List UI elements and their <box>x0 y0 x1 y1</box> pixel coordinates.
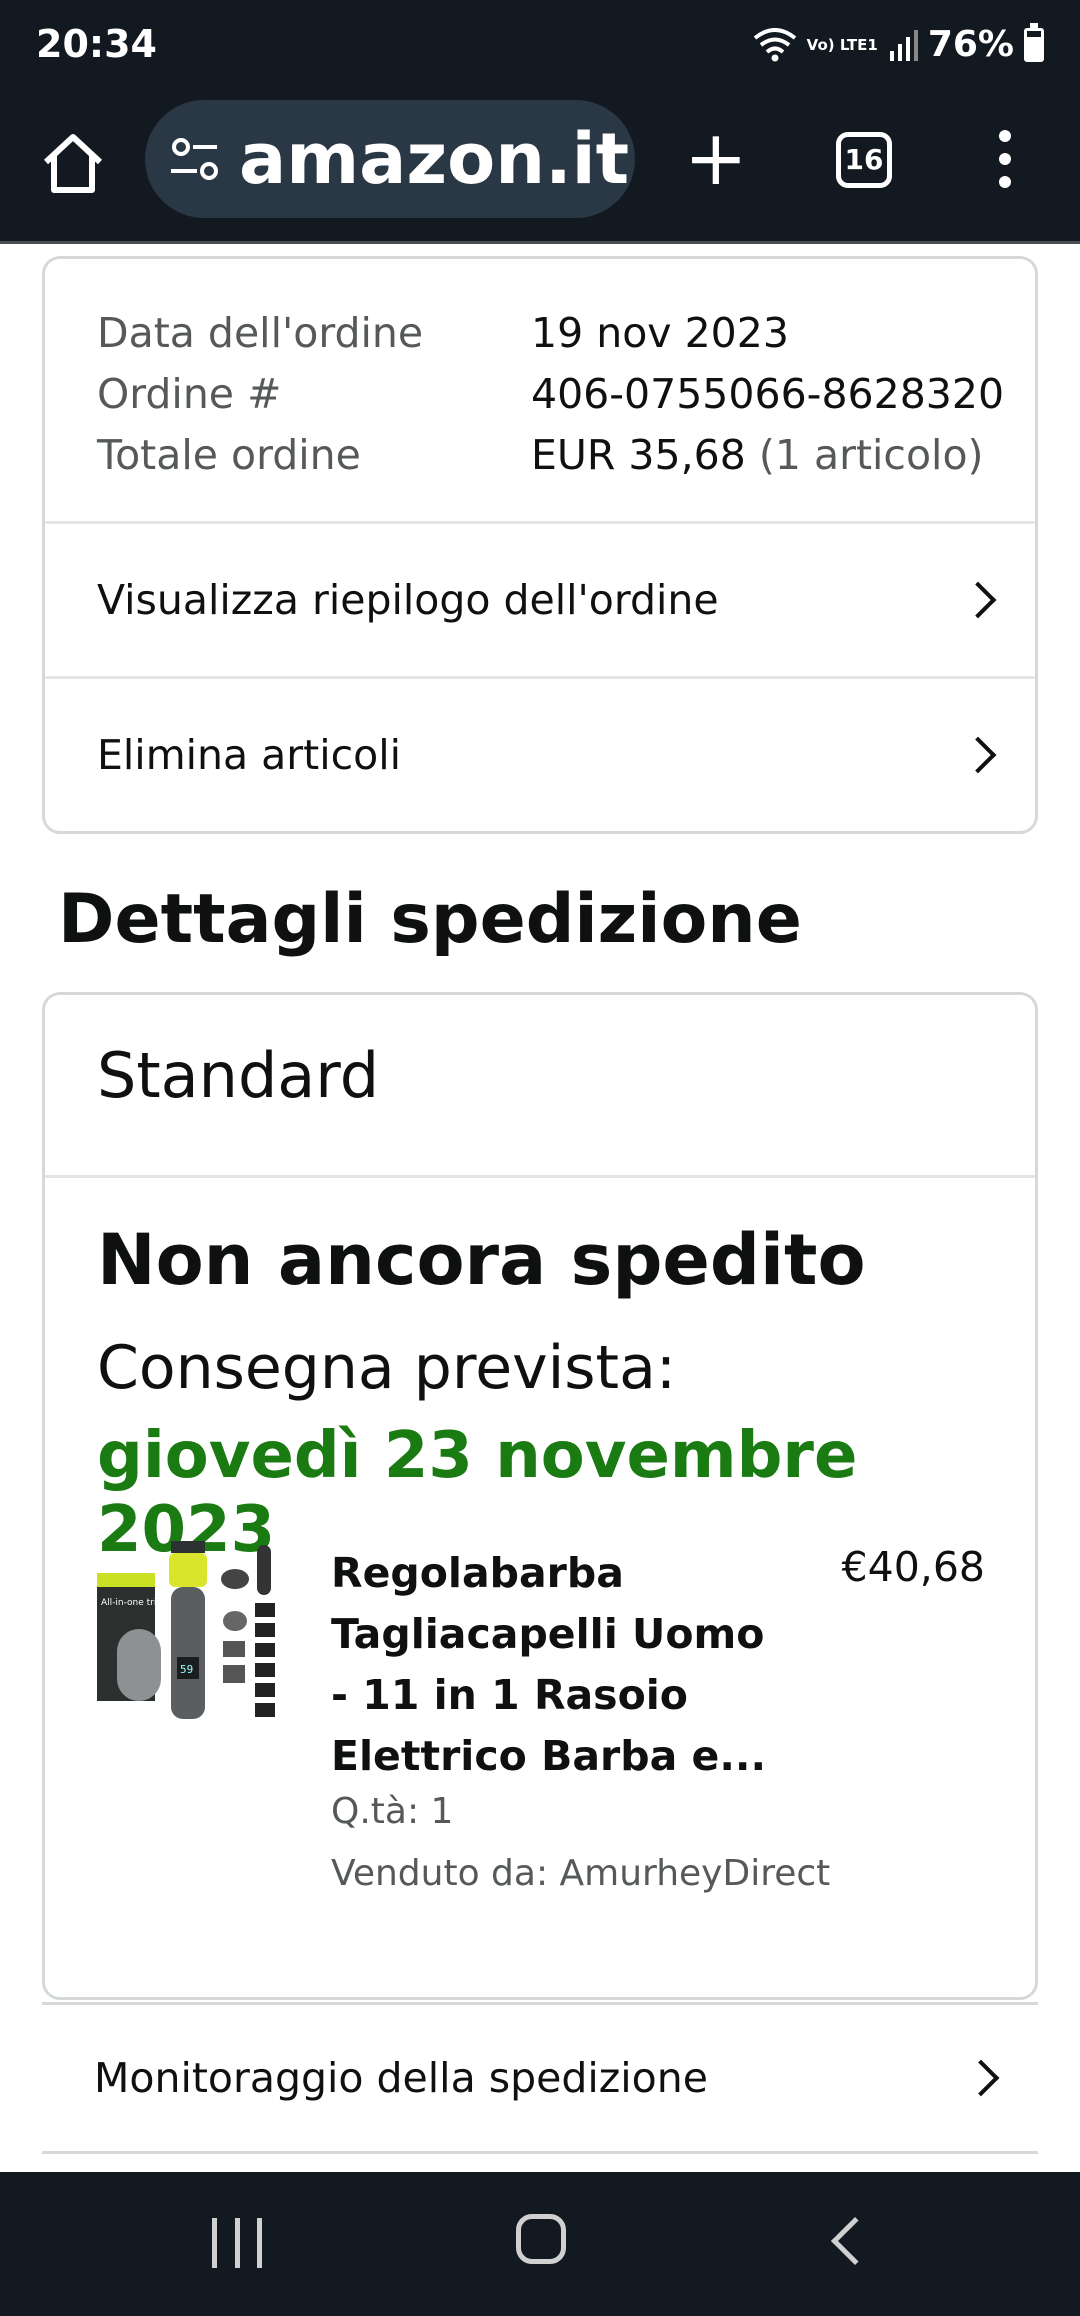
order-summary-link[interactable]: Visualizza riepilogo dell'ordine <box>45 524 1035 676</box>
shipment-card: Standard Non ancora spedito Consegna pre… <box>42 992 1038 2000</box>
product-quantity: Q.tà: 1 <box>331 1791 454 1832</box>
divider <box>45 1175 1035 1178</box>
order-date-row: Data dell'ordine 19 nov 2023 <box>97 303 1035 364</box>
order-summary-label: Visualizza riepilogo dell'ordine <box>97 576 719 624</box>
address-bar[interactable]: amazon.it/g <box>145 100 635 218</box>
order-total-amount: EUR 35,68 <box>531 431 746 479</box>
order-date-value: 19 nov 2023 <box>531 309 789 357</box>
network-type: Vo) LTE1 <box>806 35 878 54</box>
delete-items-label: Elimina articoli <box>97 731 402 779</box>
display-readout: 59 <box>180 1663 193 1676</box>
shipment-section-title: Dettagli spedizione <box>58 880 802 959</box>
chevron-right-icon <box>959 581 997 619</box>
order-number-row: Ordine # 406-0755066-8628320 <box>97 364 1035 425</box>
home-nav-icon[interactable] <box>516 2214 566 2264</box>
product-image[interactable]: All-in-one trimmer 59 <box>97 1539 283 1729</box>
browser-toolbar: amazon.it/g + 16 <box>0 96 1080 244</box>
system-navigation-bar <box>0 2172 1080 2316</box>
battery-percent: 76% <box>927 24 1014 65</box>
wifi-icon <box>753 27 796 61</box>
battery-icon <box>1024 22 1044 62</box>
delivery-label: Consegna prevista: <box>97 1333 677 1403</box>
back-icon[interactable] <box>830 2216 880 2266</box>
order-total-value: EUR 35,68 (1 articolo) <box>531 425 984 486</box>
url-text[interactable]: amazon.it/g <box>239 118 635 200</box>
recents-icon[interactable] <box>212 2218 262 2268</box>
product-title-link[interactable]: Regolabarba Tagliacapelli Uomo - 11 in 1… <box>331 1543 771 1787</box>
order-info-card: Data dell'ordine 19 nov 2023 Ordine # 40… <box>42 256 1038 834</box>
shipping-method: Standard <box>97 1039 380 1112</box>
order-total-items: (1 articolo) <box>758 431 984 479</box>
tab-switcher-button[interactable]: 16 <box>836 132 892 188</box>
product-seller: Venduto da: AmurheyDirect <box>331 1853 831 1894</box>
product-price: €40,68 <box>841 1543 985 1591</box>
battery-fill <box>1027 37 1041 59</box>
signal-icon <box>889 29 918 61</box>
order-date-label: Data dell'ordine <box>97 309 424 357</box>
chevron-right-icon <box>962 2059 1000 2097</box>
site-settings-icon[interactable] <box>167 131 223 187</box>
order-total-label: Totale ordine <box>97 431 361 479</box>
status-time: 20:34 <box>36 22 157 66</box>
track-shipment-link[interactable]: Monitoraggio della spedizione <box>42 2002 1038 2154</box>
status-bar: 20:34 Vo) LTE1 76% <box>0 0 1080 96</box>
home-icon[interactable] <box>38 128 108 198</box>
delete-items-link[interactable]: Elimina articoli <box>45 679 1035 831</box>
order-total-row: Totale ordine EUR 35,68 (1 articolo) <box>97 425 1035 486</box>
more-menu-icon[interactable] <box>990 130 1020 194</box>
track-shipment-label: Monitoraggio della spedizione <box>94 2054 708 2102</box>
order-number-value: 406-0755066-8628320 <box>531 370 1005 418</box>
order-number-label: Ordine # <box>97 370 282 418</box>
chevron-right-icon <box>959 736 997 774</box>
new-tab-button[interactable]: + <box>684 120 748 200</box>
shipment-status: Non ancora spedito <box>97 1219 866 1301</box>
status-icons: Vo) LTE1 76% <box>753 22 1044 65</box>
